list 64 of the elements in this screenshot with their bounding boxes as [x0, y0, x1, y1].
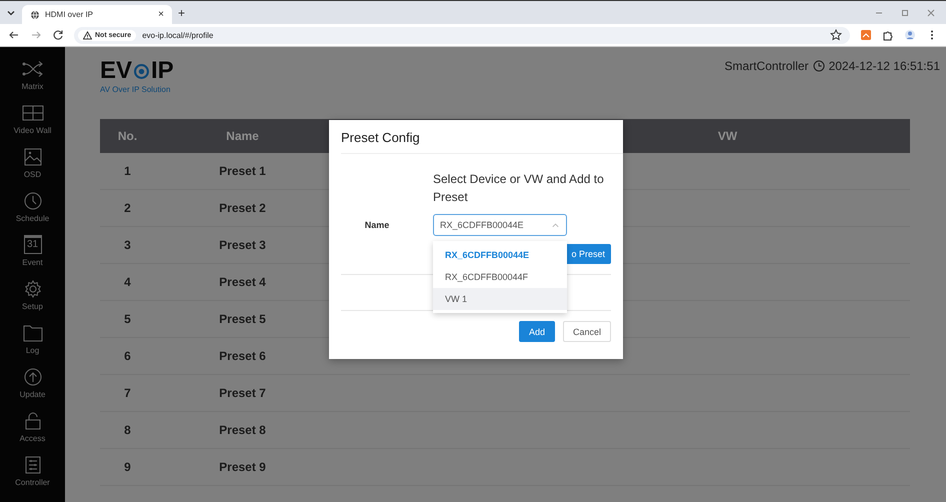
- reload-icon[interactable]: [52, 29, 64, 41]
- table-cell-text: 3: [123, 238, 132, 252]
- url-text: evo-ip.local/#/profile: [142, 30, 214, 40]
- close-tab-button[interactable]: ×: [158, 9, 164, 20]
- table-cell-text: Preset 4: [218, 275, 267, 289]
- table-cell-text: Preset 2: [218, 201, 267, 215]
- table-cell-text: 4: [123, 275, 132, 289]
- table-cell-text: 6: [123, 349, 132, 363]
- clock-icon: [812, 60, 825, 72]
- table-cell-text: 5: [123, 312, 132, 326]
- table-cell-text: 7: [123, 386, 132, 400]
- dialog-title: Preset Config: [341, 120, 623, 154]
- column-header: No.: [116, 129, 138, 143]
- logo-dot-icon: [134, 64, 150, 78]
- table-cell-text: Preset 5: [218, 312, 267, 326]
- table-cell-text: 8: [123, 423, 132, 437]
- table-cell-text: Preset 1: [218, 164, 267, 178]
- dropdown-option[interactable]: VW 1: [433, 288, 567, 310]
- logo-text: IP: [151, 59, 174, 83]
- column-header: VW: [716, 129, 738, 143]
- tab-title: HDMI over IP: [45, 10, 94, 19]
- extension-icon[interactable]: [860, 29, 872, 41]
- device-name: SmartController: [724, 59, 809, 73]
- grid-icon: [20, 104, 44, 122]
- calendar-icon: 31: [24, 235, 42, 254]
- sidebar-item[interactable]: Controller: [0, 449, 65, 493]
- add-button[interactable]: Add: [518, 321, 555, 342]
- dropdown-option[interactable]: RX_6CDFFB00044F: [433, 266, 567, 288]
- sidebar-item[interactable]: Access: [0, 405, 65, 449]
- table-cell-text: Preset 8: [218, 423, 267, 437]
- table-cell-text: Preset 7: [218, 386, 267, 400]
- date-time: 2024-12-12 16:51:51: [828, 59, 940, 73]
- dialog-prompt: Select Device or VW and Add to Preset: [433, 171, 605, 206]
- sidebar-item[interactable]: Log: [0, 317, 65, 361]
- table-cell-text: 2: [123, 201, 132, 215]
- back-arrow-icon[interactable]: [8, 29, 20, 41]
- logo-tagline: AV Over IP Solution: [100, 85, 172, 94]
- star-icon[interactable]: [830, 29, 842, 41]
- sidebar-item[interactable]: 31 Event: [0, 229, 65, 273]
- sidebar-item[interactable]: Update: [0, 361, 65, 405]
- logo-text: EV: [100, 59, 132, 83]
- new-tab-button[interactable]: +: [178, 6, 186, 20]
- profile-avatar-icon[interactable]: [904, 29, 916, 41]
- table-cell-text: Preset 3: [218, 238, 267, 252]
- sidebar-item[interactable]: Video Wall: [0, 97, 65, 141]
- globe-icon: [30, 10, 40, 20]
- column-header: Name: [225, 129, 260, 143]
- close-icon[interactable]: [926, 8, 936, 18]
- sidebar-item[interactable]: Setup: [0, 273, 65, 317]
- browser-tab[interactable]: HDMI over IP ×: [22, 5, 172, 24]
- table-cell-text: 9: [123, 460, 132, 474]
- table-cell-text: 1: [123, 164, 132, 178]
- device-select[interactable]: RX_6CDFFB00044E: [433, 214, 567, 236]
- table-cell-text: Preset 9: [218, 460, 267, 474]
- cancel-button[interactable]: Cancel: [562, 321, 611, 342]
- puzzle-icon[interactable]: [882, 29, 894, 41]
- sidebar-item[interactable]: OSD: [0, 141, 65, 185]
- field-label: Name: [364, 220, 390, 230]
- sidebar-item[interactable]: Matrix: [0, 53, 65, 97]
- crossing-arrows-icon: [20, 60, 44, 78]
- restore-icon[interactable]: [900, 8, 910, 18]
- sidebar-item[interactable]: Schedule: [0, 185, 65, 229]
- table-cell-text: Preset 6: [218, 349, 267, 363]
- folder-icon: [20, 324, 44, 342]
